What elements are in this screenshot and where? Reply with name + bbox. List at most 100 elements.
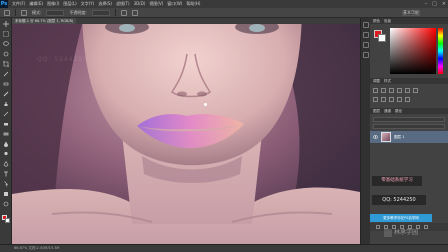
caption-site: 更多教学尽在PS自学网 [370,214,432,222]
brush-cursor [204,103,207,106]
maximize-button[interactable]: □ [432,1,437,7]
link-layers-icon[interactable] [376,225,380,229]
channel-mixer-icon[interactable] [397,97,402,102]
tab-paths[interactable]: 路径 [395,109,402,114]
mode-dropdown[interactable] [46,9,65,16]
menu-edit[interactable]: 编辑(E) [29,1,43,7]
opacity-dropdown[interactable] [91,9,110,16]
caption-qq: QQ: 5244250 [372,195,426,205]
menu-help[interactable]: 帮助(H) [186,1,200,7]
adjustments-panel-header: 调整 样式 [370,78,448,84]
layer-name[interactable]: 图层 1 [394,135,404,140]
tab-adjustments[interactable]: 调整 [373,79,380,84]
menu-select[interactable]: 选择(S) [98,1,112,7]
status-text: 66.67% 文档:2.00M/15.3M [14,246,60,250]
hue-icon[interactable] [413,88,418,93]
dodge-tool-icon[interactable] [3,151,9,157]
menu-view[interactable]: 视图(V) [149,1,163,7]
brush-preset-icon[interactable] [21,9,27,16]
background-color-swatch[interactable] [5,218,10,223]
brush-tool-icon[interactable] [3,91,9,97]
tool-preset-icon[interactable] [4,9,10,16]
tab-styles[interactable]: 样式 [384,79,391,84]
path-select-tool-icon[interactable] [3,181,9,187]
invert-icon[interactable] [405,97,410,102]
photoshop-logo: Ps [0,0,8,8]
eyedropper-tool-icon[interactable] [3,71,9,77]
levels-icon[interactable] [381,88,386,93]
quick-select-tool-icon[interactable] [3,51,9,57]
panel-background-swatch[interactable] [378,34,386,42]
hue-slider[interactable] [438,28,443,74]
canvas-watermark: QQ: 5244250 [37,56,89,63]
brand-name: 林承学园 [394,229,419,236]
lasso-tool-icon[interactable] [3,41,9,47]
marquee-tool-icon[interactable] [3,31,9,37]
right-panels: 颜色 色板 调整 样式 图层 通道 路径 图层 1 [370,18,448,244]
tab-color[interactable]: 颜色 [373,19,380,24]
blend-mode-dropdown[interactable] [373,117,445,122]
brightness-icon[interactable] [373,88,378,93]
character-panel-icon[interactable] [363,52,369,58]
menu-filter[interactable]: 滤镜(T) [116,1,130,7]
menu-window[interactable]: 窗口(W) [167,1,182,7]
layer-row[interactable]: 图层 1 [370,131,448,143]
divider [114,9,116,16]
menu-image[interactable]: 图像(I) [47,1,59,7]
color-field[interactable] [390,28,436,74]
clone-stamp-tool-icon[interactable] [3,101,9,107]
logo-icon [384,228,392,237]
curves-icon[interactable] [389,88,394,93]
brand-watermark: 林承学园 [384,226,448,240]
menu-file[interactable]: 文件(F) [12,1,25,7]
layers-panel-header: 图层 通道 路径 [370,108,448,114]
history-brush-tool-icon[interactable] [3,111,9,117]
properties-panel-icon[interactable] [363,32,369,38]
adjustment-icons-row [373,97,410,102]
history-panel-icon[interactable] [363,22,369,28]
move-tool-icon[interactable] [3,21,9,27]
minimize-button[interactable]: – [425,1,428,7]
vibrance-icon[interactable] [405,88,410,93]
window-controls: – □ × [425,1,446,7]
hand-tool-icon[interactable] [3,201,9,207]
menu-layer[interactable]: 图层(L) [63,1,76,7]
eraser-tool-icon[interactable] [3,121,9,127]
options-bar: 模式: 不透明度: 基本功能 [0,8,448,18]
caption-course: 零基础系统学习 [372,176,422,186]
lock-options-row[interactable] [373,124,445,129]
gradient-tool-icon[interactable] [3,131,9,137]
workspace-dropdown[interactable]: 基本功能 [402,10,420,16]
menu-3d[interactable]: 3D(D) [134,1,146,7]
menu-type[interactable]: 文字(Y) [81,1,95,7]
airbrush-icon[interactable] [131,9,138,16]
crop-tool-icon[interactable] [3,61,9,67]
divider [15,9,16,16]
panel-dock [360,18,370,244]
type-tool-icon[interactable] [3,171,9,177]
brush-panel-icon[interactable] [363,42,369,48]
close-button[interactable]: × [442,1,446,7]
color-balance-icon[interactable] [373,97,378,102]
blur-tool-icon[interactable] [3,141,9,147]
canvas-area[interactable]: QQ: 5244250 [12,24,360,244]
status-bar: 66.67% 文档:2.00M/15.3M [0,244,448,252]
shape-tool-icon[interactable] [3,191,9,197]
photo-filter-icon[interactable] [389,97,394,102]
exposure-icon[interactable] [397,88,402,93]
menu-bar: Ps 文件(F) 编辑(E) 图像(I) 图层(L) 文字(Y) 选择(S) 滤… [0,0,448,8]
tab-swatches[interactable]: 色板 [384,19,391,24]
opacity-label: 不透明度: [69,9,87,15]
tab-layers[interactable]: 图层 [373,109,380,114]
pen-tool-icon[interactable] [3,161,9,167]
tools-panel [0,18,12,244]
menu-items: 文件(F) 编辑(E) 图像(I) 图层(L) 文字(Y) 选择(S) 滤镜(T… [8,1,200,7]
color-panel-header: 颜色 色板 [370,18,448,24]
healing-brush-tool-icon[interactable] [3,81,9,87]
tab-channels[interactable]: 通道 [384,109,391,114]
layer-thumbnail [381,132,391,142]
eye-icon[interactable] [373,135,378,139]
pressure-icon[interactable] [120,9,127,16]
black-white-icon[interactable] [381,97,386,102]
adjustment-icons-row [373,88,418,93]
